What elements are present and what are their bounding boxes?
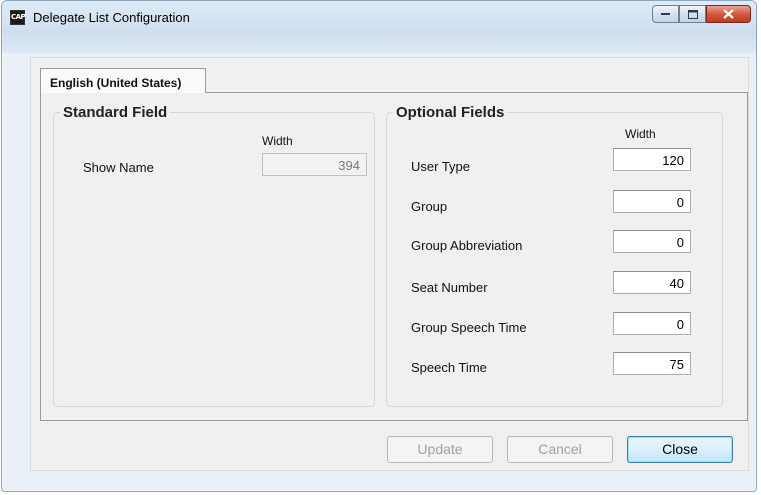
show-name-width-field[interactable]: 394	[262, 153, 367, 176]
seat-number-label: Seat Number	[411, 280, 488, 295]
tab-panel: Standard Field Width Show Name 394 Optio…	[40, 92, 748, 421]
show-name-label: Show Name	[83, 160, 154, 175]
minimize-button[interactable]	[652, 5, 679, 23]
standard-field-title: Standard Field	[60, 104, 171, 121]
maximize-button[interactable]	[679, 5, 706, 23]
maximize-icon	[687, 9, 698, 19]
seat-number-width-field[interactable]: 40	[613, 271, 691, 294]
window-title: Delegate List Configuration	[33, 10, 190, 25]
group-abbreviation-label: Group Abbreviation	[411, 238, 523, 253]
group-speech-time-label: Group Speech Time	[411, 320, 527, 335]
minimize-icon	[661, 12, 670, 16]
title-bar[interactable]: CAP Delegate List Configuration	[2, 1, 756, 53]
group-label: Group	[411, 199, 448, 214]
group-abbreviation-width-field[interactable]: 0	[613, 230, 691, 253]
speech-time-label: Speech Time	[411, 360, 487, 375]
optional-fields-title: Optional Fields	[393, 104, 508, 121]
close-button[interactable]: Close	[627, 436, 733, 463]
optional-width-header: Width	[625, 127, 656, 141]
app-icon: CAP	[10, 10, 26, 25]
user-type-width-field[interactable]: 120	[613, 148, 691, 171]
tab-english-united-states[interactable]: English (United States)	[40, 68, 206, 93]
update-button[interactable]: Update	[387, 436, 493, 463]
group-speech-time-width-field[interactable]: 0	[613, 312, 691, 335]
standard-width-header: Width	[262, 134, 293, 148]
group-width-field[interactable]: 0	[613, 190, 691, 213]
speech-time-width-field[interactable]: 75	[613, 352, 691, 375]
cancel-button[interactable]: Cancel	[507, 436, 613, 463]
window-controls	[652, 5, 751, 23]
close-icon	[723, 9, 734, 19]
user-type-label: User Type	[411, 159, 471, 174]
close-window-button[interactable]	[706, 5, 751, 23]
